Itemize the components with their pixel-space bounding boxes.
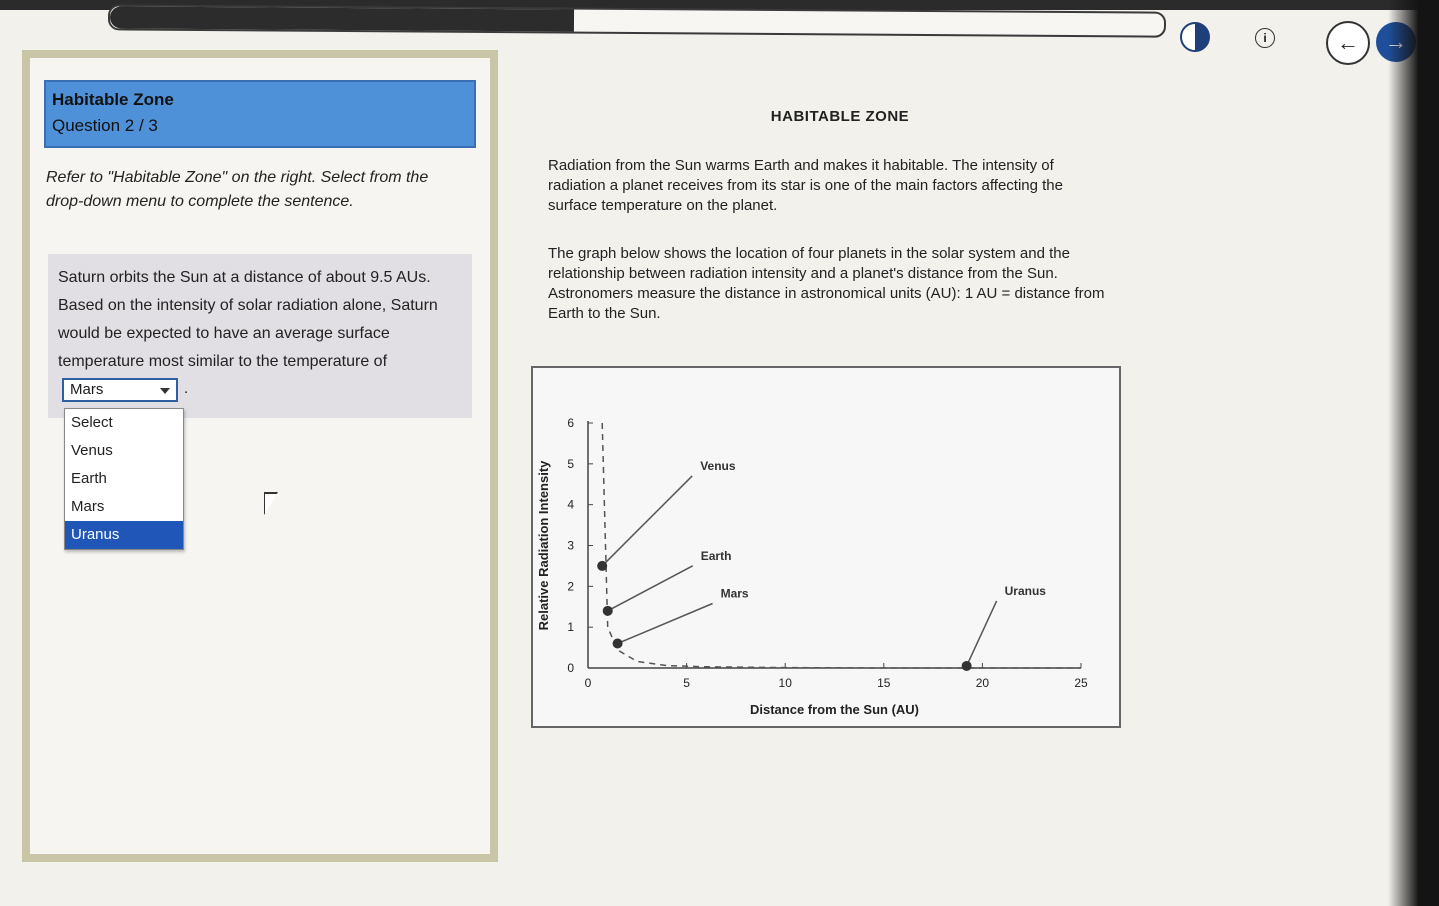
sentence-period: . bbox=[184, 380, 189, 397]
info-symbol: i bbox=[1263, 31, 1267, 45]
y-axis-label: Relative Radiation Intensity bbox=[536, 460, 551, 631]
reading-paragraph-2: The graph below shows the location of fo… bbox=[548, 245, 1105, 322]
planet-point-venus bbox=[597, 560, 608, 571]
planet-label-uranus: Uranus bbox=[1005, 584, 1047, 598]
dropdown-selected-value: Mars bbox=[70, 381, 104, 398]
arrow-left-icon: ← bbox=[1337, 30, 1359, 55]
y-tick-label: 2 bbox=[567, 579, 574, 593]
leader-line-uranus bbox=[965, 600, 998, 667]
radiation-curve bbox=[601, 422, 1081, 669]
planet-point-earth bbox=[602, 605, 613, 616]
dropdown-option-venus[interactable]: Venus bbox=[65, 437, 183, 465]
reading-title: HABITABLE ZONE bbox=[770, 108, 910, 125]
dropdown-option-mars[interactable]: Mars bbox=[65, 493, 183, 521]
answer-dropdown[interactable]: Mars bbox=[62, 378, 178, 402]
question-title: Habitable Zone bbox=[52, 90, 174, 109]
y-tick-label: 6 bbox=[567, 416, 574, 430]
planet-point-mars bbox=[612, 638, 623, 649]
info-icon[interactable]: i bbox=[1255, 28, 1275, 48]
mouse-cursor-fill bbox=[265, 494, 277, 514]
y-tick-label: 1 bbox=[567, 620, 574, 634]
y-tick-label: 0 bbox=[567, 661, 574, 675]
dropdown-options-list: Select Venus Earth Mars Uranus bbox=[64, 408, 184, 550]
dropdown-option-earth[interactable]: Earth bbox=[65, 465, 183, 493]
screen-edge bbox=[1388, 0, 1439, 906]
planet-label-venus: Venus bbox=[700, 459, 736, 473]
planet-label-mars: Mars bbox=[721, 587, 749, 601]
question-panel: Habitable Zone Question 2 / 3 Refer to "… bbox=[22, 50, 498, 862]
dropdown-option-uranus[interactable]: Uranus bbox=[65, 521, 183, 549]
question-instructions: Refer to "Habitable Zone" on the right. … bbox=[46, 169, 429, 210]
chart-svg: 0 5 10 15 20 25 0 1 2 3 4 5 6 Distance from the Sun (… bbox=[536, 416, 1088, 717]
reading-paragraph-1: Radiation from the Sun warms Earth and m… bbox=[548, 157, 1063, 214]
habitable-zone-chart: 0 5 10 15 20 25 0 1 2 3 4 5 6 Distance from the Sun (… bbox=[531, 366, 1121, 728]
question-header: Habitable Zone Question 2 / 3 bbox=[44, 80, 476, 148]
x-tick-label: 15 bbox=[877, 676, 891, 690]
x-tick-label: 20 bbox=[976, 676, 990, 690]
question-text: Saturn orbits the Sun at a distance of a… bbox=[58, 269, 438, 370]
y-tick-label: 4 bbox=[567, 498, 574, 512]
x-tick-label: 25 bbox=[1074, 676, 1088, 690]
y-tick-label: 3 bbox=[567, 539, 574, 553]
x-tick-label: 0 bbox=[585, 676, 592, 690]
planet-label-earth: Earth bbox=[701, 549, 732, 563]
progress-fill bbox=[109, 6, 574, 32]
dropdown-option-select[interactable]: Select bbox=[65, 409, 183, 437]
x-axis-label: Distance from the Sun (AU) bbox=[750, 702, 919, 717]
contrast-icon[interactable] bbox=[1180, 22, 1210, 52]
question-count: Question 2 / 3 bbox=[52, 116, 158, 135]
chevron-down-icon bbox=[160, 388, 170, 394]
x-tick-label: 10 bbox=[779, 676, 793, 690]
y-tick-label: 5 bbox=[567, 457, 574, 471]
leader-line-earth bbox=[607, 565, 694, 612]
leader-line-mars bbox=[617, 602, 713, 645]
leader-line-venus bbox=[601, 475, 693, 567]
x-tick-label: 5 bbox=[683, 676, 690, 690]
planet-point-uranus bbox=[961, 660, 972, 671]
back-button[interactable]: ← bbox=[1326, 21, 1370, 65]
